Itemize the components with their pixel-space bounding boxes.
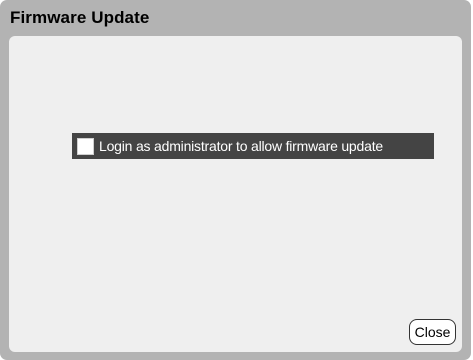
login-admin-checkbox[interactable]: [77, 137, 94, 155]
close-button[interactable]: Close: [409, 319, 456, 345]
login-admin-option[interactable]: Login as administrator to allow firmware…: [72, 133, 434, 159]
login-admin-label: Login as administrator to allow firmware…: [99, 138, 383, 154]
dialog-title: Firmware Update: [10, 8, 150, 27]
firmware-update-dialog: Firmware Update Login as administrator t…: [0, 0, 471, 360]
dialog-content-panel: Login as administrator to allow firmware…: [9, 36, 462, 352]
dialog-title-bar: Firmware Update: [0, 0, 471, 34]
